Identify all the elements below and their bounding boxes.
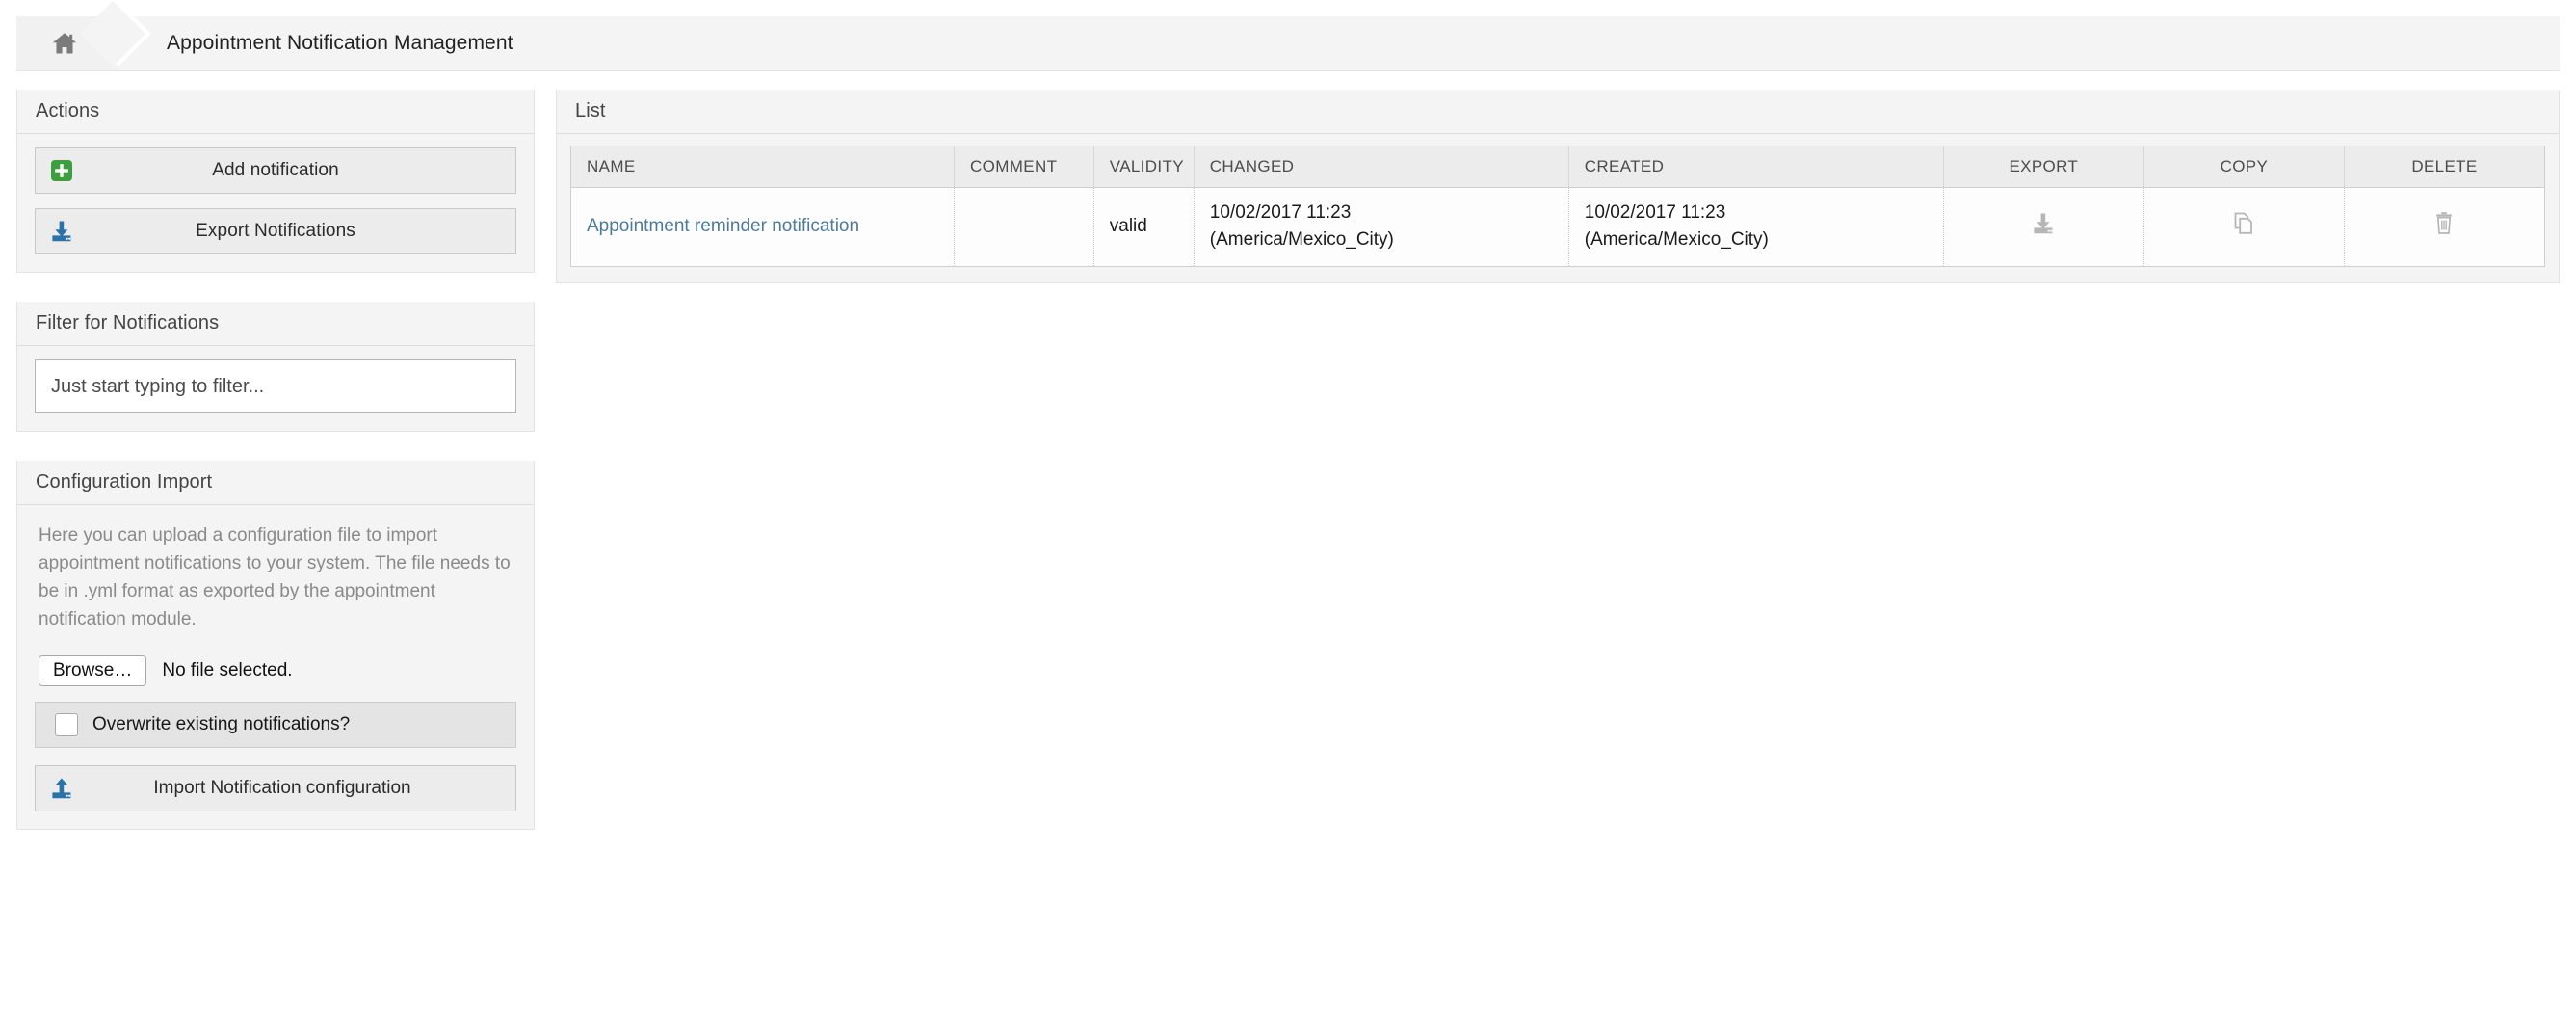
cell-delete — [2344, 187, 2545, 267]
column-header-copy: COPY — [2143, 146, 2345, 188]
home-icon — [50, 30, 79, 57]
import-notification-configuration-button[interactable]: Import Notification configuration — [35, 765, 516, 812]
column-header-comment[interactable]: COMMENT — [954, 146, 1094, 188]
cell-comment — [954, 187, 1094, 267]
table-header-row: NAME COMMENT VALIDITY CHANGED CREATED EX… — [570, 146, 2545, 188]
overwrite-checkbox[interactable] — [55, 713, 78, 737]
upload-icon — [36, 777, 88, 800]
column-header-name[interactable]: NAME — [570, 146, 956, 188]
cell-validity: valid — [1093, 187, 1195, 267]
notification-name-link[interactable]: Appointment reminder notification — [587, 216, 859, 236]
changed-date: 10/02/2017 11:23 — [1209, 202, 1352, 223]
configuration-import-body: Here you can upload a configuration file… — [17, 505, 534, 829]
table-row: Appointment reminder notification valid … — [570, 187, 2545, 267]
notifications-table: NAME COMMENT VALIDITY CHANGED CREATED EX… — [570, 146, 2545, 268]
import-notification-configuration-label: Import Notification configuration — [153, 778, 411, 799]
actions-widget: Actions Add notification Export Notifica… — [16, 90, 535, 273]
actions-widget-title: Actions — [36, 100, 100, 121]
main-content: List NAME COMMENT VALIDITY CHANGED CREAT… — [556, 90, 2560, 284]
export-notifications-button[interactable]: Export Notifications — [35, 208, 516, 254]
configuration-import-description: Here you can upload a configuration file… — [39, 525, 511, 629]
breadcrumb-separator-icon — [113, 16, 145, 70]
add-notification-label: Add notification — [212, 160, 339, 180]
add-notification-button[interactable]: Add notification — [35, 147, 516, 194]
filter-widget-body — [17, 346, 534, 431]
column-header-validity[interactable]: VALIDITY — [1093, 146, 1195, 188]
file-status-label: No file selected. — [162, 659, 293, 680]
configuration-import-header: Configuration Import — [17, 461, 534, 505]
cell-copy — [2143, 187, 2345, 267]
download-icon — [36, 220, 88, 243]
filter-input[interactable] — [35, 359, 516, 413]
configuration-import-title: Configuration Import — [36, 471, 213, 492]
trash-row-icon[interactable] — [2432, 211, 2456, 242]
cell-changed: 10/02/2017 11:23 (America/Mexico_City) — [1194, 187, 1569, 267]
copy-row-icon[interactable] — [2231, 211, 2256, 242]
breadcrumb: Appointment Notification Management — [16, 16, 2560, 71]
actions-widget-header: Actions — [17, 90, 534, 134]
file-upload-row: Browse… No file selected. — [39, 654, 516, 687]
filter-widget-header: Filter for Notifications — [17, 302, 534, 346]
sidebar: Actions Add notification Export Notifica… — [16, 90, 535, 859]
column-header-export: EXPORT — [1943, 146, 2144, 188]
list-widget: List NAME COMMENT VALIDITY CHANGED CREAT… — [556, 90, 2560, 284]
page-title: Appointment Notification Management — [167, 32, 513, 54]
created-date: 10/02/2017 11:23 — [1584, 202, 1726, 223]
cell-created: 10/02/2017 11:23 (America/Mexico_City) — [1568, 187, 1944, 267]
list-widget-body: NAME COMMENT VALIDITY CHANGED CREATED EX… — [557, 134, 2559, 282]
filter-widget: Filter for Notifications — [16, 302, 535, 432]
column-header-created[interactable]: CREATED — [1568, 146, 1944, 188]
browse-button[interactable]: Browse… — [39, 654, 147, 687]
actions-widget-body: Add notification Export Notifications — [17, 134, 534, 272]
plus-square-icon — [36, 159, 88, 182]
configuration-import-widget: Configuration Import Here you can upload… — [16, 461, 535, 831]
overwrite-checkbox-label: Overwrite existing notifications? — [92, 714, 351, 735]
changed-timezone: (America/Mexico_City) — [1209, 228, 1394, 250]
filter-widget-title: Filter for Notifications — [36, 312, 220, 333]
list-widget-title: List — [575, 100, 606, 121]
column-header-changed[interactable]: CHANGED — [1194, 146, 1569, 188]
list-widget-header: List — [557, 90, 2559, 134]
column-header-delete: DELETE — [2344, 146, 2545, 188]
overwrite-checkbox-row[interactable]: Overwrite existing notifications? — [35, 702, 516, 749]
cell-name: Appointment reminder notification — [570, 187, 956, 267]
cell-export — [1943, 187, 2144, 267]
export-notifications-label: Export Notifications — [196, 221, 355, 241]
export-row-icon[interactable] — [2031, 212, 2056, 241]
created-timezone: (America/Mexico_City) — [1584, 228, 1769, 250]
